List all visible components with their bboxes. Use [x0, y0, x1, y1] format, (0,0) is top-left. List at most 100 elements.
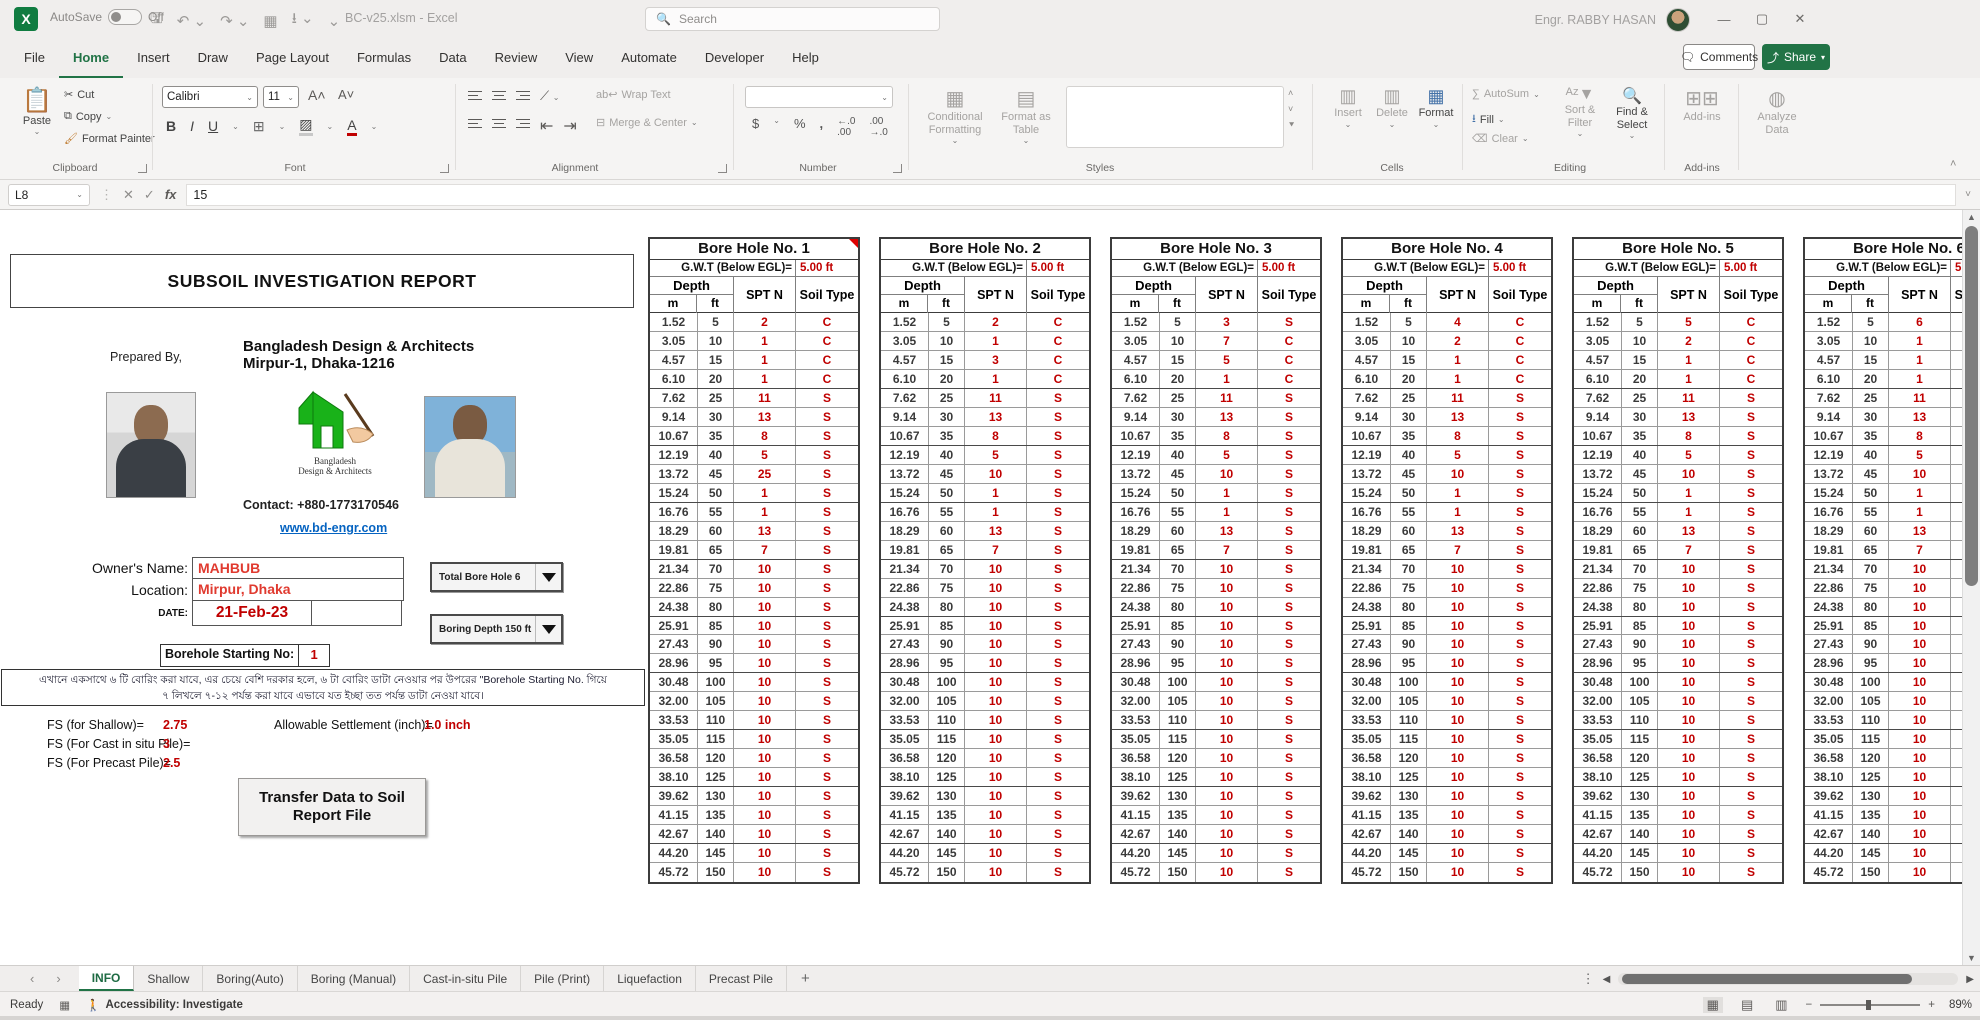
- soil-cell[interactable]: S: [796, 844, 858, 862]
- soil-cell[interactable]: S: [1258, 844, 1320, 862]
- spt-cell[interactable]: 10: [1658, 598, 1720, 616]
- depth-m-cell[interactable]: 10.67: [881, 427, 929, 445]
- depth-m-cell[interactable]: 28.96: [1343, 654, 1391, 672]
- spt-cell[interactable]: 13: [1196, 522, 1258, 540]
- depth-ft-cell[interactable]: 75: [1853, 579, 1889, 597]
- soil-cell[interactable]: S: [796, 408, 858, 426]
- spt-cell[interactable]: 11: [1889, 389, 1951, 407]
- sheet-tab-cast-in-situ-pile[interactable]: Cast-in-situ Pile: [410, 966, 521, 991]
- spt-cell[interactable]: 10: [1196, 825, 1258, 843]
- depth-m-cell[interactable]: 12.19: [1343, 446, 1391, 464]
- spt-cell[interactable]: 10: [965, 787, 1027, 805]
- depth-ft-cell[interactable]: 115: [698, 730, 734, 748]
- depth-m-cell[interactable]: 42.67: [1343, 825, 1391, 843]
- depth-m-cell[interactable]: 24.38: [1574, 598, 1622, 616]
- soil-cell[interactable]: S: [1489, 635, 1551, 653]
- soil-cell[interactable]: S: [796, 465, 858, 483]
- depth-ft-cell[interactable]: 70: [1391, 560, 1427, 578]
- depth-ft-cell[interactable]: 125: [1391, 768, 1427, 786]
- depth-m-cell[interactable]: 4.57: [650, 351, 698, 369]
- depth-ft-cell[interactable]: 15: [698, 351, 734, 369]
- date-row[interactable]: DATE: 21-Feb-23: [2, 601, 404, 626]
- depth-m-cell[interactable]: 18.29: [650, 522, 698, 540]
- depth-m-cell[interactable]: 45.72: [1574, 863, 1622, 882]
- soil-cell[interactable]: S: [1489, 711, 1551, 729]
- depth-ft-cell[interactable]: 35: [929, 427, 965, 445]
- depth-ft-cell[interactable]: 10: [698, 332, 734, 350]
- spt-cell[interactable]: 8: [1196, 427, 1258, 445]
- depth-ft-cell[interactable]: 110: [698, 711, 734, 729]
- depth-m-cell[interactable]: 30.48: [1805, 673, 1853, 691]
- soil-cell[interactable]: C: [796, 370, 858, 388]
- soil-cell[interactable]: S: [1027, 389, 1089, 407]
- soil-cell[interactable]: S: [1720, 768, 1782, 786]
- soil-cell[interactable]: S: [796, 692, 858, 710]
- ribbon-tab-file[interactable]: File: [10, 38, 59, 78]
- spt-cell[interactable]: 7: [965, 541, 1027, 559]
- depth-m-cell[interactable]: 25.91: [1112, 617, 1160, 635]
- soil-cell[interactable]: S: [1258, 730, 1320, 748]
- spt-cell[interactable]: 10: [1427, 825, 1489, 843]
- soil-cell[interactable]: C: [1720, 313, 1782, 331]
- depth-m-cell[interactable]: 41.15: [1805, 806, 1853, 824]
- depth-ft-cell[interactable]: 150: [929, 863, 965, 882]
- soil-cell[interactable]: S: [1258, 503, 1320, 521]
- spt-cell[interactable]: 5: [1196, 351, 1258, 369]
- spt-cell[interactable]: 10: [1889, 673, 1951, 691]
- soil-cell[interactable]: S: [796, 560, 858, 578]
- share-button[interactable]: ⤴ Share ▾: [1762, 44, 1830, 70]
- soil-cell[interactable]: S: [1489, 465, 1551, 483]
- depth-ft-cell[interactable]: 145: [698, 844, 734, 862]
- soil-cell[interactable]: S: [796, 768, 858, 786]
- spt-cell[interactable]: 13: [734, 408, 796, 426]
- depth-ft-cell[interactable]: 75: [1391, 579, 1427, 597]
- soil-cell[interactable]: S: [796, 749, 858, 767]
- soil-cell[interactable]: S: [796, 598, 858, 616]
- depth-ft-cell[interactable]: 20: [1160, 370, 1196, 388]
- spt-cell[interactable]: 8: [734, 427, 796, 445]
- depth-m-cell[interactable]: 38.10: [1574, 768, 1622, 786]
- spt-cell[interactable]: 10: [1658, 692, 1720, 710]
- soil-cell[interactable]: S: [796, 654, 858, 672]
- fs-precast-value[interactable]: 2.5: [163, 756, 180, 770]
- depth-m-cell[interactable]: 28.96: [650, 654, 698, 672]
- soil-cell[interactable]: S: [1720, 560, 1782, 578]
- depth-m-cell[interactable]: 9.14: [1112, 408, 1160, 426]
- ribbon-tab-help[interactable]: Help: [778, 38, 833, 78]
- depth-ft-cell[interactable]: 5: [1391, 313, 1427, 331]
- depth-ft-cell[interactable]: 95: [1853, 654, 1889, 672]
- soil-cell[interactable]: S: [1027, 844, 1089, 862]
- soil-cell[interactable]: S: [1027, 787, 1089, 805]
- depth-m-cell[interactable]: 3.05: [1574, 332, 1622, 350]
- depth-ft-cell[interactable]: 20: [698, 370, 734, 388]
- soil-cell[interactable]: S: [1720, 654, 1782, 672]
- depth-ft-cell[interactable]: 90: [1622, 635, 1658, 653]
- soil-cell[interactable]: S: [1027, 598, 1089, 616]
- depth-ft-cell[interactable]: 55: [1160, 503, 1196, 521]
- hscroll-left-icon[interactable]: ◀: [1603, 974, 1611, 985]
- soil-cell[interactable]: S: [796, 446, 858, 464]
- depth-ft-cell[interactable]: 55: [698, 503, 734, 521]
- depth-m-cell[interactable]: 21.34: [1805, 560, 1853, 578]
- depth-m-cell[interactable]: 7.62: [881, 389, 929, 407]
- spt-cell[interactable]: 1: [1196, 484, 1258, 502]
- depth-ft-cell[interactable]: 50: [929, 484, 965, 502]
- soil-cell[interactable]: S: [1258, 768, 1320, 786]
- depth-m-cell[interactable]: 19.81: [1805, 541, 1853, 559]
- soil-cell[interactable]: S: [1720, 635, 1782, 653]
- depth-m-cell[interactable]: 9.14: [1343, 408, 1391, 426]
- insert-cells-button[interactable]: ▥ Insert⌄: [1328, 86, 1368, 129]
- format-as-table-button[interactable]: ▤ Format as Table⌄: [996, 86, 1056, 145]
- depth-ft-cell[interactable]: 75: [1622, 579, 1658, 597]
- depth-m-cell[interactable]: 6.10: [881, 370, 929, 388]
- soil-cell[interactable]: S: [1027, 446, 1089, 464]
- depth-m-cell[interactable]: 28.96: [1112, 654, 1160, 672]
- depth-m-cell[interactable]: 6.10: [650, 370, 698, 388]
- depth-m-cell[interactable]: 1.52: [1805, 313, 1853, 331]
- depth-ft-cell[interactable]: 20: [929, 370, 965, 388]
- depth-m-cell[interactable]: 3.05: [1343, 332, 1391, 350]
- styles-up-icon[interactable]: ˄: [1288, 88, 1295, 98]
- depth-m-cell[interactable]: 9.14: [1805, 408, 1853, 426]
- soil-cell[interactable]: S: [1489, 427, 1551, 445]
- spt-cell[interactable]: 10: [1196, 749, 1258, 767]
